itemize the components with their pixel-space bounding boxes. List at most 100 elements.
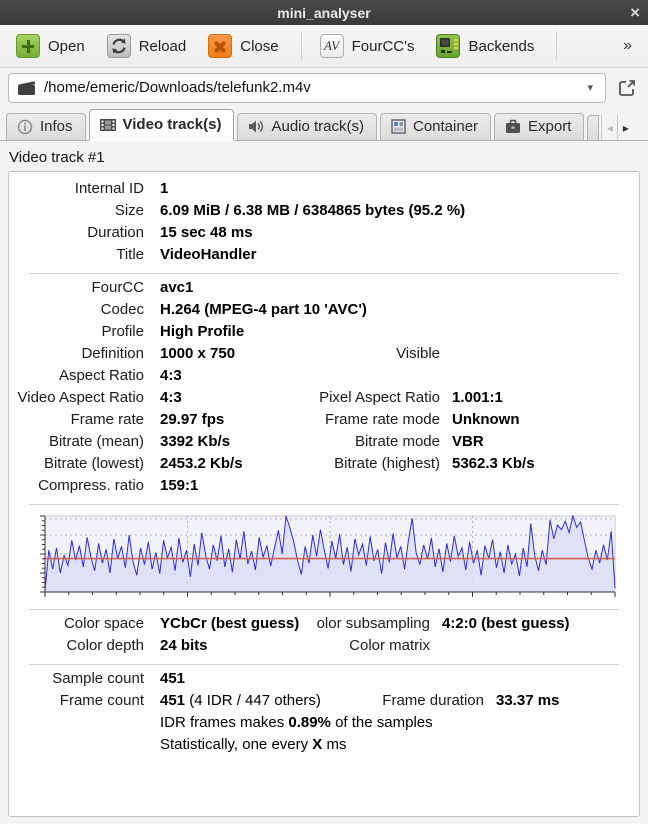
field-label: Internal ID	[74, 180, 144, 197]
field-value: 4:2:0 (best guess)	[442, 615, 570, 632]
field-value: Unknown	[452, 411, 520, 428]
reload-button-label: Reload	[138, 37, 187, 55]
window-close-icon[interactable]: ×	[630, 1, 640, 24]
backends-button-label: Backends	[468, 37, 535, 55]
tab-audio-tracks-label: Audio track(s)	[271, 118, 364, 135]
fourccs-button[interactable]: AV FourCC's	[314, 30, 425, 62]
tab-infos[interactable]: Infos	[6, 113, 86, 140]
field-label: Codec	[100, 301, 144, 318]
tab-bar: Infos Video track(s) Audio track(s) Cont…	[0, 107, 648, 141]
field-label: Definition	[81, 345, 144, 362]
field-row: Title VideoHandler	[9, 246, 639, 268]
field-row: Duration 15 sec 48 ms	[9, 224, 639, 246]
title-bar: mini_analyser ×	[0, 0, 648, 25]
toolbar-overflow-chevron[interactable]: »	[623, 37, 632, 55]
file-path-text: /home/emeric/Downloads/telefunk2.m4v	[44, 79, 311, 96]
field-value: 15 sec 48 ms	[160, 224, 253, 241]
field-row: Video Aspect Ratio 4:3 Pixel Aspect Ratio 1…	[9, 389, 639, 411]
field-row: Frame count 451 (4 IDR / 447 others) Frame…	[9, 692, 639, 714]
field-row: Bitrate (mean) 3392 Kb/s Bitrate mode VBR	[9, 433, 639, 455]
tab-export-label: Export	[528, 118, 572, 135]
field-row: FourCC avc1	[9, 279, 639, 301]
field-label: Frame duration	[382, 692, 484, 709]
field-label: Frame rate mode	[324, 411, 440, 428]
field-value: IDR frames makes 0.89% of the samples	[160, 714, 433, 731]
section-divider	[29, 504, 619, 505]
field-label: Duration	[87, 224, 144, 241]
tab-container[interactable]: Container	[380, 113, 492, 140]
field-row: Profile High Profile	[9, 323, 639, 345]
toolbar-separator	[556, 31, 558, 61]
open-external-button[interactable]	[614, 75, 640, 101]
field-label: Color space	[63, 615, 144, 632]
field-value: 4:3	[160, 389, 182, 406]
export-icon	[506, 119, 521, 133]
field-row: Internal ID 1	[9, 180, 639, 202]
address-row: /home/emeric/Downloads/telefunk2.m4v ▾	[0, 68, 648, 107]
tab-video-tracks-label: Video track(s)	[122, 116, 222, 133]
page-title: Video track #1	[9, 149, 105, 166]
window-title: mini_analyser	[277, 4, 371, 21]
field-row: Sample count 451	[9, 670, 639, 692]
reload-button[interactable]: Reload	[101, 30, 197, 62]
open-button[interactable]: Open	[10, 30, 95, 62]
field-value: avc1	[160, 279, 194, 296]
tab-scroll-right-icon[interactable]: ▸	[617, 115, 633, 140]
field-label: Frame count	[59, 692, 144, 709]
field-label: Color matrix	[349, 637, 430, 654]
field-label: olor subsampling	[316, 615, 430, 632]
field-value: 33.37 ms	[496, 692, 560, 709]
av-badge-icon: AV	[319, 34, 344, 58]
field-row: Color space YCbCr (best guess) olor subsam…	[9, 615, 639, 637]
field-section-samples: Sample count 451 Frame count 451 (4 IDR / 4…	[9, 670, 639, 758]
chip-icon	[436, 34, 461, 58]
field-value: 159:1	[160, 477, 199, 494]
file-path-combobox[interactable]: /home/emeric/Downloads/telefunk2.m4v ▾	[8, 72, 606, 103]
field-label: Visible	[396, 345, 440, 362]
field-label: Title	[116, 246, 144, 263]
field-section-color: Color space YCbCr (best guess) olor subsam…	[9, 615, 639, 659]
field-sections: Internal ID 1 Size 6.09 MiB / 6.38 MB / 638…	[9, 180, 639, 758]
field-label: Profile	[101, 323, 144, 340]
field-value: Statistically, one every X ms	[160, 736, 347, 753]
field-row: Size 6.09 MiB / 6.38 MB / 6384865 bytes (…	[9, 202, 639, 224]
section-divider	[29, 609, 619, 610]
tab-export[interactable]: Export	[494, 113, 585, 140]
film-icon	[99, 118, 116, 131]
field-label: Pixel Aspect Ratio	[319, 389, 440, 406]
chevron-down-icon[interactable]: ▾	[583, 81, 597, 94]
field-value: 451 (4 IDR / 447 others)	[160, 692, 321, 709]
tab-infos-label: Infos	[40, 118, 73, 135]
field-row: Definition 1000 x 750 Visible	[9, 345, 639, 367]
close-file-button[interactable]: Close	[202, 30, 288, 62]
toolbar-separator	[300, 31, 302, 61]
backends-button[interactable]: Backends	[430, 30, 544, 62]
field-row: Compress. ratio 159:1	[9, 477, 639, 499]
open-plus-icon	[16, 34, 40, 58]
close-file-icon	[208, 34, 233, 58]
field-label: Frame rate	[70, 411, 144, 428]
field-value: 3392 Kb/s	[160, 433, 231, 450]
field-label: Bitrate (highest)	[334, 455, 440, 472]
video-track-panel: Internal ID 1 Size 6.09 MiB / 6.38 MB / 638…	[8, 171, 640, 817]
info-icon	[17, 119, 33, 134]
field-value: VBR	[452, 433, 484, 450]
field-value: 1000 x 750	[160, 345, 236, 362]
open-button-label: Open	[48, 37, 85, 55]
tab-audio-tracks[interactable]: Audio track(s)	[237, 113, 377, 140]
field-value: 1.001:1	[452, 389, 503, 406]
field-label: Sample count	[52, 670, 144, 687]
section-divider	[29, 273, 619, 274]
field-row: Codec H.264 (MPEG-4 part 10 'AVC')	[9, 301, 639, 323]
tab-container-label: Container	[413, 118, 479, 135]
field-label: Compress. ratio	[38, 477, 144, 494]
tab-scroll-left-icon[interactable]: ◂	[601, 115, 617, 140]
reload-icon	[106, 34, 131, 58]
tab-video-tracks[interactable]: Video track(s)	[88, 109, 235, 140]
close-button-label: Close	[240, 37, 279, 55]
field-label: FourCC	[91, 279, 144, 296]
field-row: Color depth 24 bits Color matrix	[9, 637, 639, 659]
field-value: 5362.3 Kb/s	[452, 455, 535, 472]
field-label: Bitrate mode	[354, 433, 440, 450]
tab-overflow-sliver	[587, 115, 600, 140]
